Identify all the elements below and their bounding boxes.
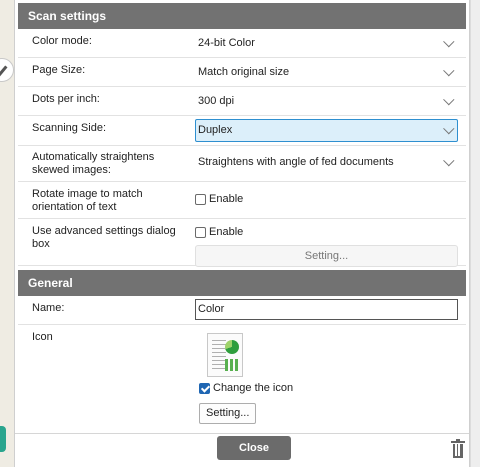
advanced-label: Use advanced settings dialog box [32,225,176,250]
chevron-down-icon [443,65,455,77]
icon-row: Icon Change the icon Setting... [18,325,466,432]
close-button[interactable]: Close [217,436,291,460]
change-icon-checkbox[interactable]: Change the icon [199,377,458,399]
color-mode-label: Color mode: [32,35,92,47]
color-mode-value: 24-bit Color [198,37,255,49]
general-header: General [18,270,466,296]
page-size-value: Match original size [198,66,290,78]
chevron-down-icon [443,155,455,167]
chevron-down-icon [443,36,455,48]
dialog-footer: Close [15,433,469,467]
chevron-down-icon [443,94,455,106]
advanced-enable-label: Enable [209,226,244,238]
checkbox-box[interactable] [195,226,206,238]
page-size-select[interactable]: Match original size [195,61,458,84]
scanning-side-row: Scanning Side: Duplex [18,116,466,146]
straighten-label: Automatically straightens skewed images: [32,151,155,176]
dpi-value: 300 dpi [198,95,235,107]
dpi-label: Dots per inch: [32,93,100,105]
icon-label: Icon [32,331,53,343]
straighten-select[interactable]: Straightens with angle of fed documents [195,151,458,174]
scanning-side-value: Duplex [198,124,233,136]
document-chart-icon [207,333,243,377]
background-tab [0,426,6,452]
scanning-side-label: Scanning Side: [32,122,106,134]
page-size-label: Page Size: [32,64,86,76]
rotate-row: Rotate image to match orientation of tex… [18,182,466,219]
advanced-enable-checkbox[interactable]: Enable [195,221,458,243]
straighten-row: Automatically straightens skewed images:… [18,146,466,182]
color-mode-row: Color mode: 24-bit Color [18,29,466,58]
scanning-side-select[interactable]: Duplex [195,119,458,142]
chevron-down-icon [443,123,455,135]
checkbox-box[interactable] [195,193,206,205]
rotate-enable-label: Enable [209,193,244,205]
change-icon-label: Change the icon [213,382,294,394]
name-label: Name: [32,302,65,314]
icon-setting-button[interactable]: Setting... [199,403,257,424]
advanced-row: Use advanced settings dialog box Enable … [18,219,466,267]
trash-icon[interactable] [451,439,465,459]
scan-settings-panel: Scan settings Color mode: 24-bit Color P… [14,0,470,467]
page-size-row: Page Size: Match original size [18,58,466,87]
advanced-setting-button[interactable]: Setting... [195,245,458,267]
name-input[interactable]: Color [195,299,458,320]
rotate-label: Rotate image to match orientation of tex… [32,188,143,213]
dpi-select[interactable]: 300 dpi [195,90,458,113]
dpi-row: Dots per inch: 300 dpi [18,87,466,116]
rotate-enable-checkbox[interactable]: Enable [195,188,458,210]
background-right [470,0,480,467]
checkbox-box-checked[interactable] [199,382,210,394]
color-mode-select[interactable]: 24-bit Color [195,32,458,55]
name-row: Name: Color [18,296,466,325]
straighten-value: Straightens with angle of fed documents [198,156,394,168]
scan-settings-header: Scan settings [18,3,466,29]
